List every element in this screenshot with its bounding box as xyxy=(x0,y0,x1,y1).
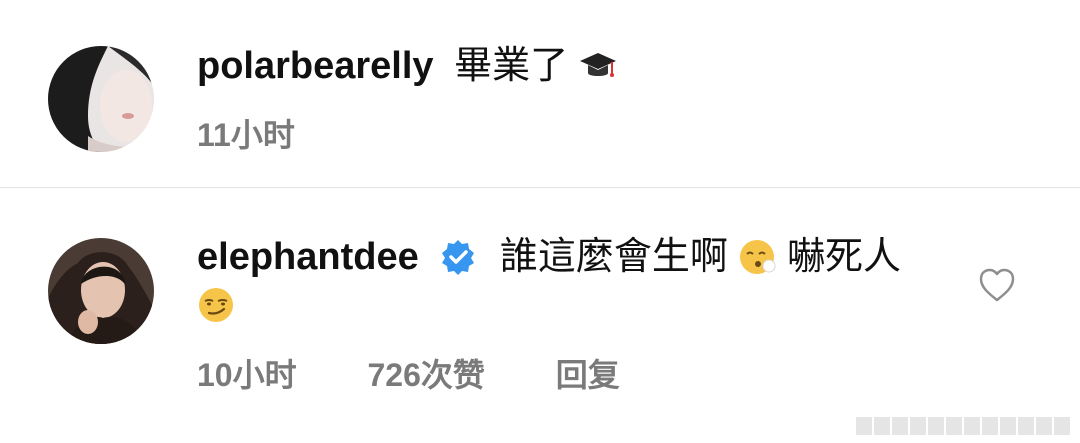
avatar-image xyxy=(48,238,154,344)
comment-item: polarbearelly 畢業了 11小时 xyxy=(0,0,1080,188)
comment-text-block: elephantdee 誰這麼會生啊 嚇死人 xyxy=(197,233,960,329)
graduation-cap-icon xyxy=(579,47,617,85)
avatar[interactable] xyxy=(48,46,154,152)
timestamp: 10小时 xyxy=(197,357,297,393)
comment-text: 誰這麼會生啊 xyxy=(499,236,728,278)
comment-meta: 11小时 xyxy=(197,110,357,156)
comment-item: elephantdee 誰這麼會生啊 嚇死人 10小时 726次赞 回复 xyxy=(0,189,1080,443)
verified-badge-icon xyxy=(439,238,477,276)
smirking-face-emoji-icon xyxy=(197,286,235,324)
divider xyxy=(0,187,1080,188)
username[interactable]: elephantdee xyxy=(197,236,419,278)
comment-meta: 10小时 726次赞 回复 xyxy=(197,350,682,396)
username[interactable]: polarbearelly xyxy=(197,45,434,87)
watermark xyxy=(856,417,1070,435)
timestamp: 11小时 xyxy=(197,117,295,153)
avatar-image xyxy=(48,46,154,152)
avatar[interactable] xyxy=(48,238,154,344)
comment-text: 畢業了 xyxy=(454,45,569,87)
comment-text-continued: 嚇死人 xyxy=(787,236,902,278)
reply-button[interactable]: 回复 xyxy=(556,357,620,393)
exhaling-face-emoji-icon xyxy=(738,238,776,276)
like-heart-icon[interactable] xyxy=(978,267,1016,303)
likes-count[interactable]: 726次赞 xyxy=(368,357,485,393)
comment-text-block: polarbearelly 畢業了 xyxy=(197,42,960,90)
